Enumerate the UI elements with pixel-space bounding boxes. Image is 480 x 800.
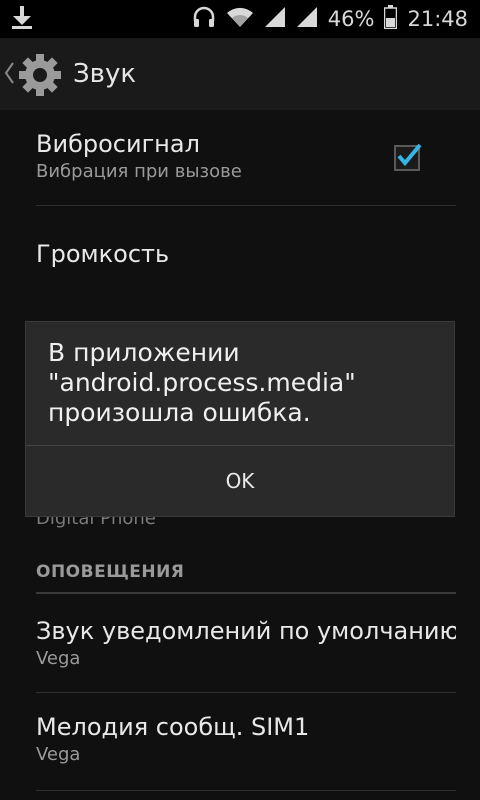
list-item-sim1-message-tone[interactable]: Мелодия сообщ. SIM1 Vega [36,713,456,765]
dialog-message: В приложении "android.process.media" про… [48,338,356,427]
divider [36,205,456,206]
list-item-subtitle: Vega [36,648,81,669]
list-item-subtitle: Vega [36,744,81,765]
list-item-volume[interactable]: Громкость [36,240,456,268]
list-item-vibration[interactable]: Вибросигнал Вибрация при вызове [36,130,456,182]
list-item-default-notification-sound[interactable]: Звук уведомлений по умолчанию Vega [36,617,456,669]
vibration-checkbox[interactable] [394,143,422,171]
error-dialog: В приложении "android.process.media" про… [25,321,455,517]
list-item-title: Вибросигнал [36,130,200,158]
list-item-title: Громкость [36,240,170,268]
divider [36,790,456,791]
section-header: ОПОВЕЩЕНИЯ [36,562,185,582]
list-item-subtitle: Вибрация при вызове [36,161,242,182]
list-item-title: Мелодия сообщ. SIM1 [36,713,310,741]
section-divider [36,592,456,594]
checkmark-icon [397,143,422,167]
ok-button[interactable]: OK [26,446,454,516]
divider [36,692,456,693]
list-item-title: Звук уведомлений по умолчанию [36,617,456,645]
